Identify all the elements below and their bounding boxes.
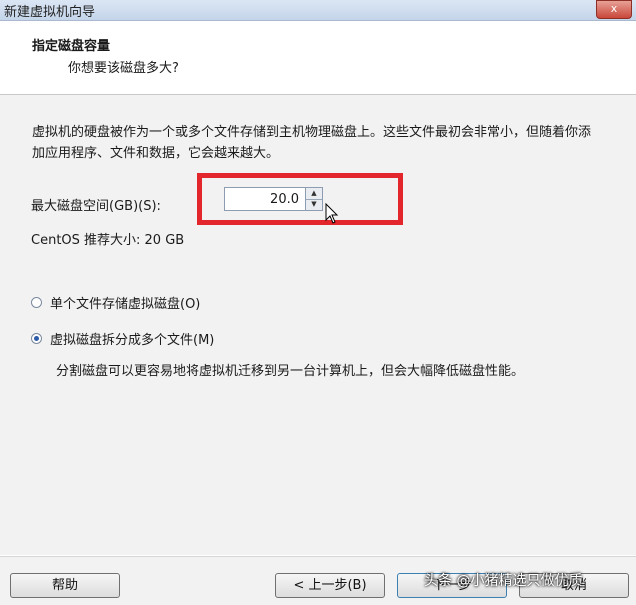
radio-single-file[interactable]	[31, 297, 42, 308]
wizard-body: 虚拟机的硬盘被作为一个或多个文件存储到主机物理磁盘上。这些文件最初会非常小，但随…	[0, 95, 636, 555]
title-bar: 新建虚拟机向导 x	[0, 0, 636, 21]
option-single-file-label: 单个文件存储虚拟磁盘(O)	[50, 297, 201, 312]
red-highlight-box	[197, 173, 403, 225]
mouse-cursor-icon	[325, 203, 339, 224]
wizard-header: 指定磁盘容量 你想要该磁盘多大?	[0, 21, 636, 95]
option-single-file[interactable]: 单个文件存储虚拟磁盘(O)	[31, 293, 200, 312]
option-split-files[interactable]: 虚拟磁盘拆分成多个文件(M)	[31, 329, 214, 348]
description-text: 虚拟机的硬盘被作为一个或多个文件存储到主机物理磁盘上。这些文件最初会非常小，但随…	[32, 125, 592, 161]
option-split-files-label: 虚拟磁盘拆分成多个文件(M)	[50, 333, 215, 348]
close-button[interactable]: x	[596, 0, 632, 19]
page-title: 指定磁盘容量	[32, 39, 111, 54]
back-button[interactable]: < 上一步(B)	[275, 573, 385, 598]
watermark-text: 头条 @小猪精选只做优质	[424, 573, 583, 589]
radio-split-files[interactable]	[31, 333, 42, 344]
split-description-text: 分割磁盘可以更容易地将虚拟机迁移到另一台计算机上，但会大幅降低磁盘性能。	[56, 364, 525, 379]
disk-size-label: 最大磁盘空间(GB)(S):	[31, 199, 161, 214]
help-button[interactable]: 帮助	[10, 573, 120, 598]
window-title: 新建虚拟机向导	[4, 5, 96, 20]
page-subtitle: 你想要该磁盘多大?	[68, 61, 179, 76]
recommended-size-text: CentOS 推荐大小: 20 GB	[31, 233, 185, 248]
